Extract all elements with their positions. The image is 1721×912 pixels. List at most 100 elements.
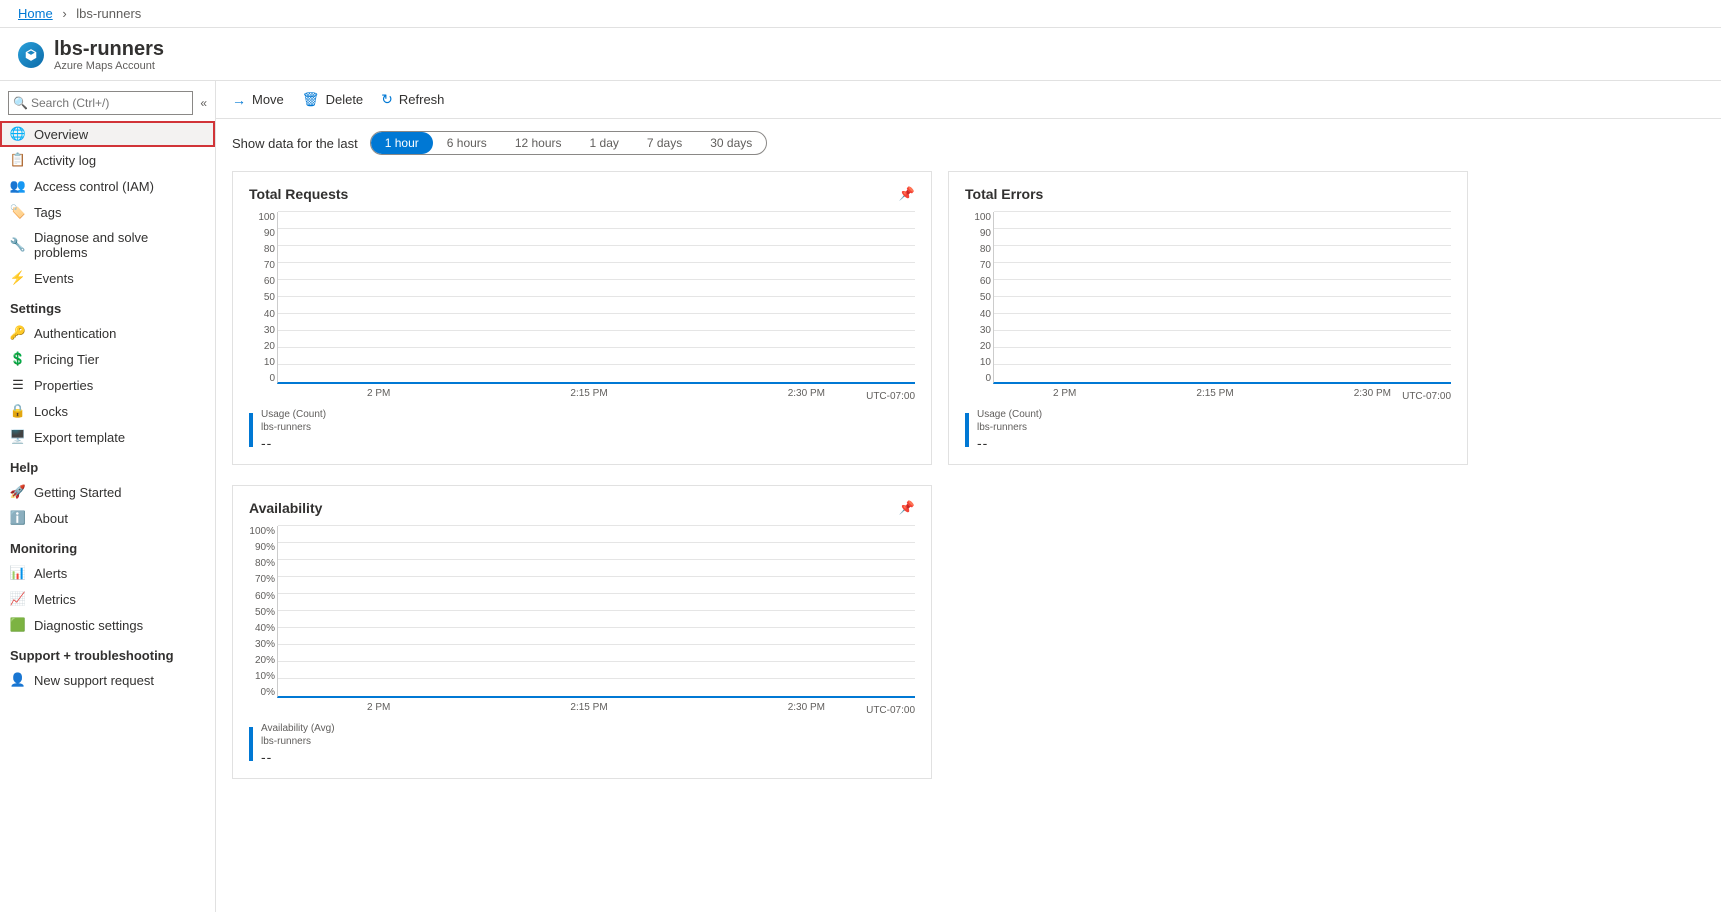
sidebar-item-new-support-request[interactable]: 👤 New support request [0, 667, 215, 693]
nav-label: Activity log [34, 153, 96, 168]
nav-icon: 💲 [10, 351, 26, 367]
azure-maps-icon [18, 42, 44, 68]
availability-card: Availability 📌 100%90%80%70%60%50%40%30%… [232, 485, 932, 779]
legend-resource: lbs-runners [261, 421, 326, 434]
pin-icon[interactable]: 📌 [899, 500, 915, 516]
nav-icon: 🚀 [10, 484, 26, 500]
total-errors-card: Total Errors 10090807060504030201002 PM2… [948, 171, 1468, 465]
nav-icon: ☰ [10, 377, 26, 393]
nav-group-monitoring: Monitoring [0, 531, 215, 560]
availability-chart[interactable]: 100%90%80%70%60%50%40%30%20%10%0%2 PM2:1… [277, 526, 915, 716]
nav-group-help: Help [0, 450, 215, 479]
time-range-selector: Show data for the last 1 hour6 hours12 h… [216, 119, 1721, 163]
time-option-30-days[interactable]: 30 days [696, 132, 766, 154]
sidebar-item-diagnose-and-solve-problems[interactable]: 🔧 Diagnose and solve problems [0, 225, 215, 265]
legend-series: Usage (Count) [261, 408, 326, 421]
nav-label: Locks [34, 404, 68, 419]
time-option-12-hours[interactable]: 12 hours [501, 132, 576, 154]
search-input[interactable] [8, 91, 193, 115]
sidebar-item-alerts[interactable]: 📊 Alerts [0, 560, 215, 586]
delete-icon: 🗑 [302, 91, 320, 108]
nav-label: Export template [34, 430, 125, 445]
pin-icon[interactable]: 📌 [899, 186, 915, 202]
sidebar-item-tags[interactable]: 🏷️ Tags [0, 199, 215, 225]
nav-label: Events [34, 271, 74, 286]
time-option-6-hours[interactable]: 6 hours [433, 132, 501, 154]
total-requests-card: Total Requests 📌 10090807060504030201002… [232, 171, 932, 465]
legend-series: Usage (Count) [977, 408, 1042, 421]
delete-button[interactable]: 🗑Delete [302, 91, 363, 108]
nav-icon: 🖥️ [10, 429, 26, 445]
sidebar-item-export-template[interactable]: 🖥️ Export template [0, 424, 215, 450]
search-icon: 🔍 [13, 96, 28, 110]
nav-icon: 👥 [10, 178, 26, 194]
card-title: Total Requests [249, 186, 348, 202]
nav-icon: 🟩 [10, 617, 26, 633]
nav-group-settings: Settings [0, 291, 215, 320]
sidebar-item-events[interactable]: ⚡Events [0, 265, 215, 291]
nav-icon: 🔒 [10, 403, 26, 419]
nav-label: Pricing Tier [34, 352, 99, 367]
move-icon: → [232, 92, 246, 108]
page-subtitle: Azure Maps Account [54, 60, 164, 72]
nav-icon: ℹ️ [10, 510, 26, 526]
total-requests-chart[interactable]: 10090807060504030201002 PM2:15 PM2:30 PM… [277, 212, 915, 402]
nav-icon: 📊 [10, 565, 26, 581]
nav-icon: 👤 [10, 672, 26, 688]
sidebar-item-authentication[interactable]: 🔑Authentication [0, 320, 215, 346]
nav-label: Diagnose and solve problems [34, 230, 205, 260]
nav-label: New support request [34, 673, 154, 688]
nav-label: About [34, 511, 68, 526]
nav-label: Getting Started [34, 485, 121, 500]
time-range-label: Show data for the last [232, 136, 358, 151]
legend-resource: lbs-runners [261, 735, 335, 748]
sidebar-item-diagnostic-settings[interactable]: 🟩 Diagnostic settings [0, 612, 215, 638]
time-range-pill: 1 hour6 hours12 hours1 day7 days30 days [370, 131, 768, 155]
nav-label: Overview [34, 127, 88, 142]
legend-color-bar [249, 413, 253, 447]
refresh-icon: ↻ [381, 91, 393, 108]
nav-icon: 🏷️ [10, 204, 26, 220]
time-option-1-hour[interactable]: 1 hour [371, 132, 433, 154]
command-bar: →Move 🗑Delete ↻Refresh [216, 81, 1721, 119]
page-title: lbs-runners [54, 38, 164, 60]
sidebar-item-activity-log[interactable]: 📋 Activity log [0, 147, 215, 173]
legend-value: -- [261, 434, 326, 452]
nav-label: Tags [34, 205, 61, 220]
nav-icon: 🔑 [10, 325, 26, 341]
refresh-button[interactable]: ↻Refresh [381, 91, 444, 108]
sidebar-item-overview[interactable]: 🌐 Overview [0, 121, 215, 147]
time-option-1-day[interactable]: 1 day [576, 132, 633, 154]
nav-label: Diagnostic settings [34, 618, 143, 633]
breadcrumb-home[interactable]: Home [18, 6, 53, 21]
nav-label: Properties [34, 378, 93, 393]
nav-label: Alerts [34, 566, 67, 581]
sidebar-item-metrics[interactable]: 📈 Metrics [0, 586, 215, 612]
move-button[interactable]: →Move [232, 92, 284, 108]
nav-icon: 🔧 [10, 237, 26, 253]
legend-value: -- [977, 434, 1042, 452]
breadcrumb-current: lbs-runners [76, 6, 141, 21]
time-option-7-days[interactable]: 7 days [633, 132, 696, 154]
sidebar-item-pricing-tier[interactable]: 💲 Pricing Tier [0, 346, 215, 372]
total-errors-chart[interactable]: 10090807060504030201002 PM2:15 PM2:30 PM… [993, 212, 1451, 402]
nav-icon: 📋 [10, 152, 26, 168]
nav-icon: 📈 [10, 591, 26, 607]
legend-color-bar [965, 413, 969, 447]
breadcrumb-separator: › [62, 6, 66, 21]
legend-resource: lbs-runners [977, 421, 1042, 434]
card-title: Total Errors [965, 186, 1043, 202]
nav-label: Metrics [34, 592, 76, 607]
breadcrumb: Home › lbs-runners [0, 0, 1721, 28]
sidebar-item-properties[interactable]: ☰ Properties [0, 372, 215, 398]
resource-header: lbs-runners Azure Maps Account [0, 28, 1721, 80]
card-title: Availability [249, 500, 322, 516]
sidebar-item-locks[interactable]: 🔒 Locks [0, 398, 215, 424]
nav-icon: 🌐 [10, 126, 26, 142]
sidebar-item-getting-started[interactable]: 🚀 Getting Started [0, 479, 215, 505]
collapse-sidebar-button[interactable]: « [200, 96, 207, 110]
nav-label: Access control (IAM) [34, 179, 154, 194]
legend-color-bar [249, 727, 253, 761]
sidebar-item-access-control-iam-[interactable]: 👥 Access control (IAM) [0, 173, 215, 199]
sidebar-item-about[interactable]: ℹ️ About [0, 505, 215, 531]
